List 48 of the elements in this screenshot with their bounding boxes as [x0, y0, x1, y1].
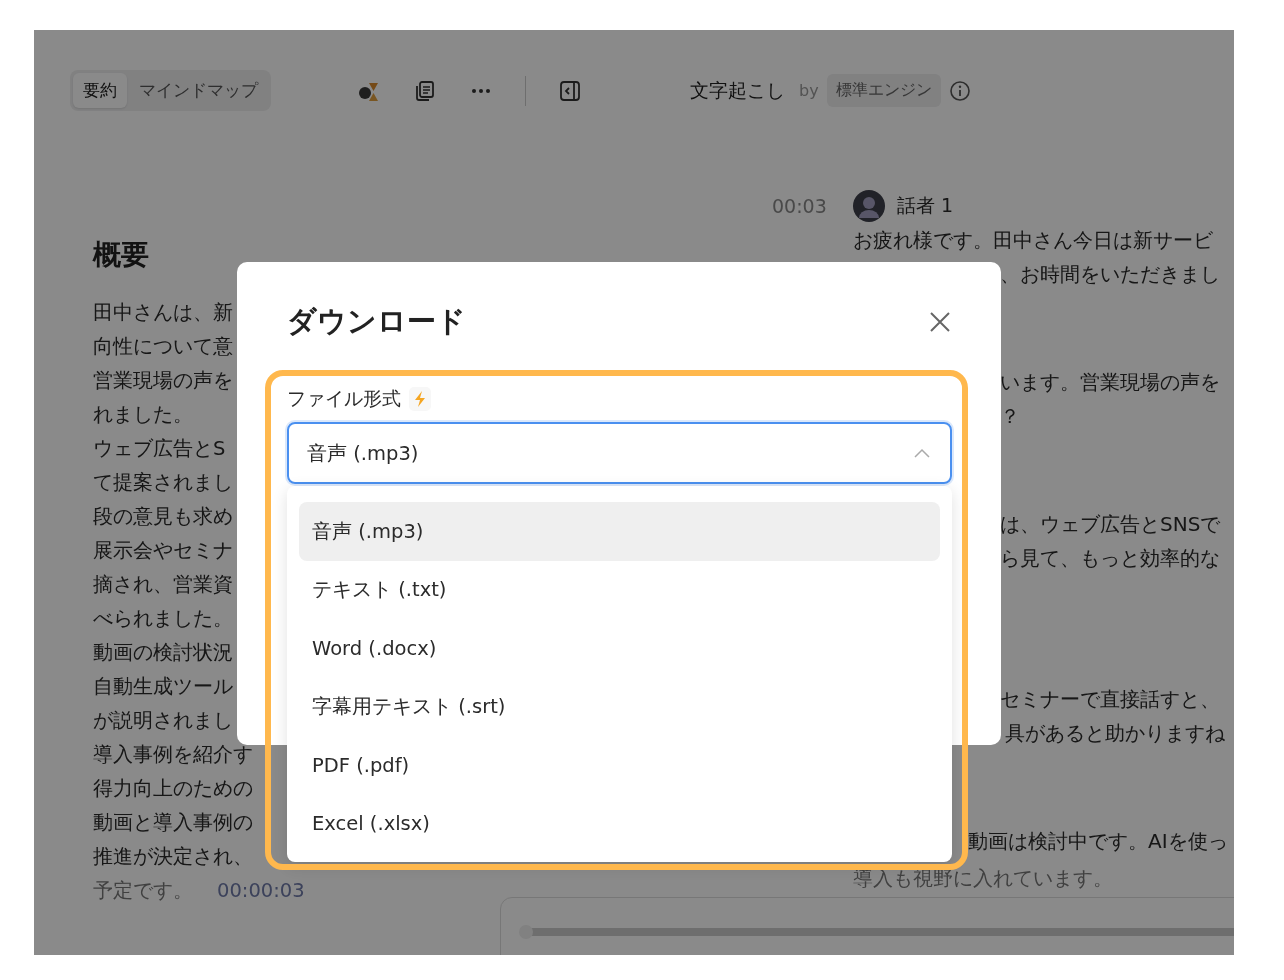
transcript-line: ら見て、もっと効率的な — [1000, 545, 1220, 572]
transcript-line: います。営業現場の声を — [1000, 369, 1220, 396]
summary-line: べられました。 — [93, 606, 233, 632]
info-icon[interactable] — [948, 79, 971, 102]
summary-line: 摘され、営業資 — [93, 572, 233, 598]
format-option[interactable]: 字幕用テキスト (.srt) — [299, 677, 940, 736]
lightning-icon — [409, 387, 431, 411]
speaker-name: 話者 1 — [897, 193, 954, 218]
transcript-line: ？ — [1000, 403, 1020, 430]
transcript-line: 動画は検討中です。AIを使っ — [968, 828, 1228, 855]
transcript-line: セミナーで直接話すと、 — [1000, 686, 1220, 713]
format-select[interactable]: 音声 (.mp3) — [287, 422, 952, 484]
summary-line: 動画と導入事例の — [93, 810, 253, 836]
field-label: ファイル形式 — [287, 386, 401, 411]
transcript-line: は、ウェブ広告とSNSで — [1000, 511, 1221, 538]
summary-line: 予定です。 — [93, 878, 193, 904]
summary-line: 導入事例を紹介す — [93, 742, 253, 768]
document-icon[interactable] — [413, 78, 437, 103]
summary-line: 向性について意 — [93, 334, 233, 360]
dialog-title: ダウンロード — [287, 303, 466, 340]
summary-line: 田中さんは、新 — [93, 300, 233, 326]
view-tab[interactable]: 要約 — [73, 73, 127, 108]
summary-line: ウェブ広告とS — [93, 436, 226, 462]
summary-heading: 概要 — [93, 237, 150, 273]
format-option[interactable]: テキスト (.txt) — [299, 560, 940, 619]
summary-line: が説明されまし — [93, 708, 233, 734]
avatar-icon — [853, 190, 885, 222]
summary-line: れました。 — [93, 402, 193, 428]
summary-line: て提案されまし — [93, 470, 233, 496]
summary-line: 営業現場の声を — [93, 368, 233, 394]
summary-line: 自動生成ツール — [93, 674, 233, 700]
transcript-title: 文字起こし — [690, 77, 785, 103]
summary-line: 段の意見も求め — [93, 504, 233, 530]
close-icon[interactable] — [928, 310, 952, 334]
format-option[interactable]: Excel (.xlsx) — [299, 794, 940, 853]
transcript-line: 具があると助かりますね — [1005, 720, 1225, 747]
chevron-up-icon — [914, 448, 930, 458]
format-option[interactable]: PDF (.pdf) — [299, 736, 940, 795]
view-tab[interactable]: マインドマップ — [129, 73, 268, 108]
summary-line: 展示会やセミナ — [93, 538, 233, 564]
format-option[interactable]: Word (.docx) — [299, 619, 940, 678]
sidebar-icon[interactable] — [558, 78, 582, 103]
summary-line: 得力向上のための — [93, 776, 253, 802]
transcript-line: お疲れ様です。田中さん今日は新サービ — [853, 227, 1213, 254]
transcript-line: 、お時間をいただきまし — [1000, 261, 1220, 288]
summary-line: 推進が決定され、 — [93, 844, 253, 870]
summary-line: 動画の検討状況 — [93, 640, 233, 666]
format-option[interactable]: 音声 (.mp3) — [299, 502, 940, 561]
